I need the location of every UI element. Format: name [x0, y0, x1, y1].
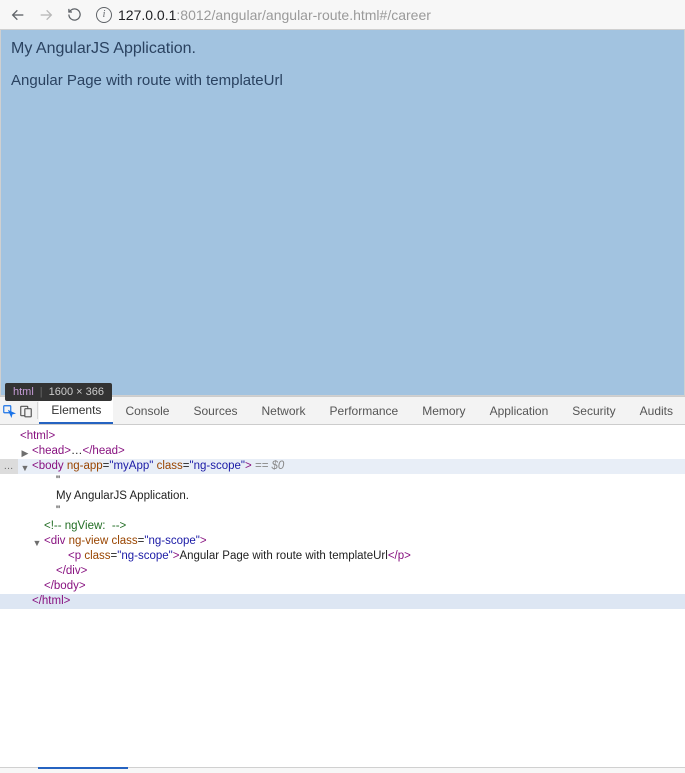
dom-node[interactable]: </div>: [0, 564, 685, 579]
dom-node[interactable]: ▶<head>…</head>: [0, 444, 685, 459]
dom-node[interactable]: ▼<div ng-view class="ng-scope">: [0, 534, 685, 549]
dom-text[interactable]: My AngularJS Application.: [0, 489, 685, 504]
tab-elements[interactable]: Elements: [39, 397, 113, 424]
dom-text[interactable]: ": [0, 474, 685, 489]
back-button[interactable]: [6, 3, 30, 27]
inspect-icon[interactable]: [0, 397, 17, 424]
dimension-tooltip: html | 1600 × 366: [5, 383, 112, 401]
tab-performance[interactable]: Performance: [318, 397, 411, 424]
tab-security[interactable]: Security: [560, 397, 627, 424]
dom-node[interactable]: <p class="ng-scope">Angular Page with ro…: [0, 549, 685, 564]
forward-button[interactable]: [34, 3, 58, 27]
device-toggle-icon[interactable]: [17, 397, 34, 424]
dom-node[interactable]: <html>: [0, 429, 685, 444]
page-viewport: My AngularJS Application. Angular Page w…: [0, 30, 685, 396]
dom-comment[interactable]: <!-- ngView: -->: [0, 519, 685, 534]
tab-audits[interactable]: Audits: [628, 397, 685, 424]
tab-network[interactable]: Network: [250, 397, 318, 424]
page-title: My AngularJS Application.: [11, 40, 674, 58]
dom-node[interactable]: </body>: [0, 579, 685, 594]
devtools-footer: [0, 767, 685, 773]
dom-text[interactable]: ": [0, 504, 685, 519]
devtools-tabbar: Elements Console Sources Network Perform…: [0, 397, 685, 425]
info-icon[interactable]: i: [96, 7, 112, 23]
page-subtitle: Angular Page with route with templateUrl: [11, 72, 674, 89]
tab-sources[interactable]: Sources: [181, 397, 249, 424]
address-bar[interactable]: i 127.0.0.1:8012/angular/angular-route.h…: [90, 2, 679, 28]
dom-tree[interactable]: <html> ▶<head>…</head> …▼<body ng-app="m…: [0, 425, 685, 613]
reload-button[interactable]: [62, 3, 86, 27]
browser-toolbar: i 127.0.0.1:8012/angular/angular-route.h…: [0, 0, 685, 30]
dom-node[interactable]: </html>: [0, 594, 685, 609]
dom-node-selected[interactable]: …▼<body ng-app="myApp" class="ng-scope">…: [0, 459, 685, 474]
tab-application[interactable]: Application: [478, 397, 561, 424]
tab-console[interactable]: Console: [113, 397, 181, 424]
url-text: 127.0.0.1:8012/angular/angular-route.htm…: [118, 7, 431, 23]
tab-memory[interactable]: Memory: [410, 397, 477, 424]
devtools-panel: Elements Console Sources Network Perform…: [0, 396, 685, 773]
